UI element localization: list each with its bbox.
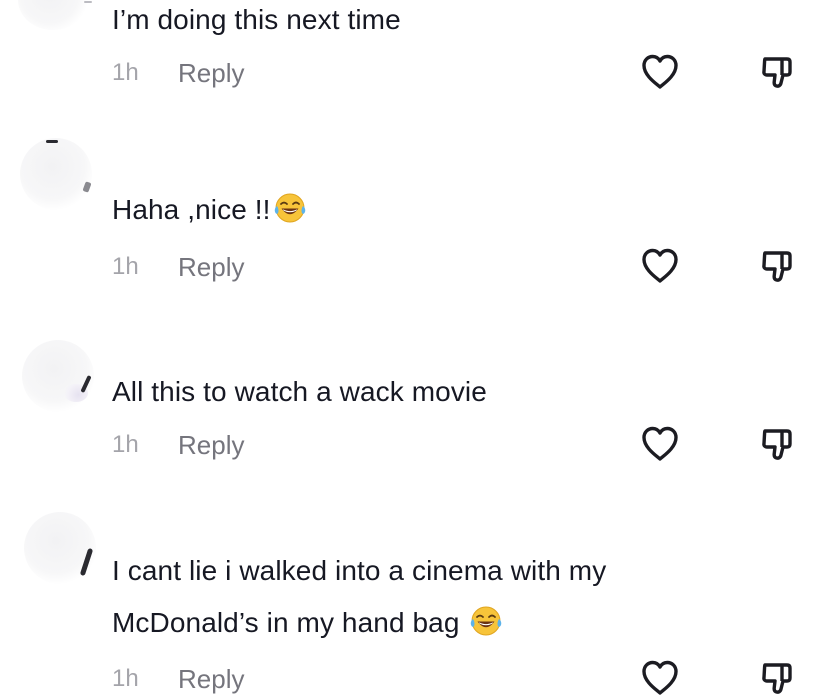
avatar-mark [46,140,58,143]
face-with-tears-of-joy-icon [469,604,503,638]
reply-button[interactable]: Reply [178,430,244,461]
like-heart-icon[interactable] [638,50,682,94]
comment-text: All this to watch a wack movie [112,376,487,407]
comment-text-content: Haha ,nice !! [112,194,271,225]
dislike-thumbs-down-icon[interactable] [756,50,800,94]
comment-time: 1h [112,59,139,86]
avatar[interactable] [20,138,92,210]
reply-button[interactable]: Reply [178,58,244,89]
avatar-mark [84,1,92,3]
comment-text: I’m doing this next time [112,4,401,35]
avatar[interactable] [18,0,88,30]
like-heart-icon[interactable] [638,422,682,466]
avatar[interactable] [22,340,94,412]
comment-meta: 1h Reply [112,252,244,282]
comment-text: Haha ,nice !! [112,188,307,232]
comment-meta: 1h Reply [112,58,244,88]
dislike-thumbs-down-icon[interactable] [756,422,800,466]
like-heart-icon[interactable] [638,656,682,700]
dislike-thumbs-down-icon[interactable] [756,656,800,700]
face-with-tears-of-joy-icon [273,191,307,225]
comment-meta: 1h Reply [112,430,244,460]
comment-text-line-1: I cant lie i walked into a cinema with m… [112,555,607,586]
comment-meta: 1h Reply [112,664,244,694]
comment-text-content: McDonald’s in my hand bag [112,607,460,638]
comment-time: 1h [112,431,139,458]
comment-time: 1h [112,253,139,280]
comment-time: 1h [112,665,139,692]
reply-button[interactable]: Reply [178,252,244,283]
dislike-thumbs-down-icon[interactable] [756,244,800,288]
comment-text-line-2: McDonald’s in my hand bag [112,601,503,645]
like-heart-icon[interactable] [638,244,682,288]
reply-button[interactable]: Reply [178,664,244,695]
